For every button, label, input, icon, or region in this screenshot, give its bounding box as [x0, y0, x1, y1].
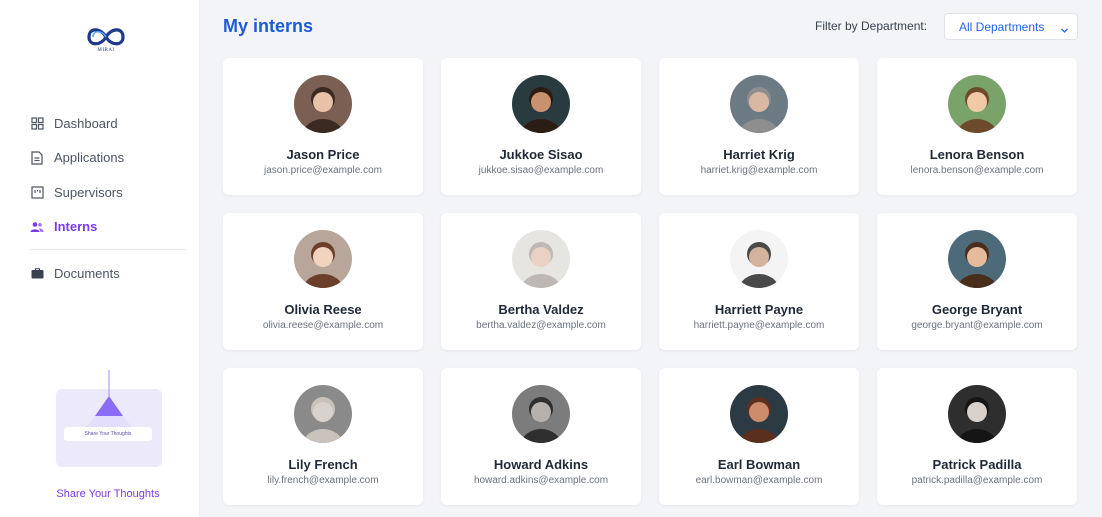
sidebar: MIRAI Dashboard Applications Supervisors… [0, 0, 200, 517]
board-icon [30, 185, 44, 199]
intern-name: Harriet Krig [723, 147, 795, 162]
promo-share-button[interactable]: Share Your Thoughts [64, 427, 152, 441]
avatar-photo [294, 385, 352, 443]
intern-name: Lily French [288, 457, 358, 472]
avatar-photo [948, 385, 1006, 443]
filter-selected-value: All Departments [959, 19, 1045, 34]
intern-email: lenora.benson@example.com [910, 165, 1044, 176]
share-thoughts-link[interactable]: Share Your Thoughts [40, 488, 176, 500]
intern-card[interactable]: Harriet Krig harriet.krig@example.com [659, 58, 859, 195]
intern-card[interactable]: Harriett Payne harriett.payne@example.co… [659, 213, 859, 350]
sidebar-secondary-nav: Documents [30, 256, 190, 291]
sidebar-divider [30, 249, 186, 250]
intern-name: Jason Price [286, 147, 360, 162]
intern-email: howard.adkins@example.com [473, 475, 609, 486]
sidebar-item-interns[interactable]: Interns [30, 210, 190, 245]
intern-email: harriett.payne@example.com [693, 320, 825, 331]
avatar [730, 75, 788, 133]
brand-logo[interactable]: MIRAI [84, 24, 128, 58]
avatar [294, 385, 352, 443]
sidebar-nav: Dashboard Applications Supervisors Inter… [30, 106, 190, 244]
avatar [948, 230, 1006, 288]
intern-card[interactable]: George Bryant george.bryant@example.com [877, 213, 1077, 350]
avatar [294, 75, 352, 133]
intern-name: Jukkoe Sisao [499, 147, 583, 162]
avatar [948, 385, 1006, 443]
sidebar-item-supervisors[interactable]: Supervisors [30, 175, 190, 210]
avatar-photo [948, 230, 1006, 288]
sidebar-item-label: Interns [54, 219, 98, 235]
logo-text: MIRAI [97, 48, 115, 53]
avatar [294, 230, 352, 288]
avatar-photo [512, 385, 570, 443]
intern-name: Bertha Valdez [498, 302, 584, 317]
intern-email: jukkoe.sisao@example.com [478, 165, 604, 176]
intern-name: Patrick Padilla [932, 457, 1022, 472]
filter-label: Filter by Department: [815, 19, 928, 33]
sidebar-item-dashboard[interactable]: Dashboard [30, 106, 190, 141]
users-icon [30, 220, 44, 234]
intern-name: George Bryant [931, 302, 1023, 317]
intern-card[interactable]: Lily French lily.french@example.com [223, 368, 423, 505]
intern-card[interactable]: Lenora Benson lenora.benson@example.com [877, 58, 1077, 195]
intern-email: patrick.padilla@example.com [911, 475, 1043, 486]
intern-name: Howard Adkins [493, 457, 589, 472]
page-title: My interns [223, 16, 314, 36]
avatar-photo [730, 230, 788, 288]
intern-email: lily.french@example.com [267, 475, 379, 486]
department-filter-select[interactable]: All Departments [944, 13, 1078, 40]
sidebar-item-documents[interactable]: Documents [30, 256, 190, 291]
chevron-down-icon [1060, 22, 1069, 40]
avatar [730, 230, 788, 288]
intern-card[interactable]: Patrick Padilla patrick.padilla@example.… [877, 368, 1077, 505]
intern-name: Lenora Benson [929, 147, 1025, 162]
document-icon [30, 151, 44, 165]
sidebar-item-label: Applications [54, 150, 125, 166]
intern-card[interactable]: Olivia Reese olivia.reese@example.com [223, 213, 423, 350]
avatar-photo [730, 75, 788, 133]
avatar [512, 230, 570, 288]
intern-card[interactable]: Bertha Valdez bertha.valdez@example.com [441, 213, 641, 350]
intern-card[interactable]: Jason Price jason.price@example.com [223, 58, 423, 195]
avatar [512, 385, 570, 443]
infinity-logo-icon [87, 28, 125, 46]
sidebar-item-label: Dashboard [54, 115, 118, 131]
intern-email: george.bryant@example.com [911, 320, 1043, 331]
intern-card[interactable]: Jukkoe Sisao jukkoe.sisao@example.com [441, 58, 641, 195]
avatar-photo [512, 75, 570, 133]
intern-email: earl.bowman@example.com [695, 475, 823, 486]
intern-email: olivia.reese@example.com [262, 320, 384, 331]
avatar-photo [730, 385, 788, 443]
sidebar-item-label: Documents [54, 265, 120, 281]
feedback-promo: Share Your Thoughts [55, 370, 162, 467]
intern-card[interactable]: Earl Bowman earl.bowman@example.com [659, 368, 859, 505]
avatar-photo [948, 75, 1006, 133]
intern-name: Harriett Payne [714, 302, 804, 317]
avatar-photo [294, 230, 352, 288]
grid-icon [30, 116, 44, 130]
intern-email: jason.price@example.com [264, 165, 382, 176]
sidebar-item-applications[interactable]: Applications [30, 141, 190, 176]
intern-card[interactable]: Howard Adkins howard.adkins@example.com [441, 368, 641, 505]
intern-name: Olivia Reese [284, 302, 362, 317]
intern-name: Earl Bowman [717, 457, 801, 472]
avatar-photo [512, 230, 570, 288]
avatar [730, 385, 788, 443]
briefcase-icon [30, 266, 44, 280]
intern-email: harriet.krig@example.com [700, 165, 818, 176]
avatar [512, 75, 570, 133]
avatar-photo [294, 75, 352, 133]
intern-email: bertha.valdez@example.com [476, 320, 606, 331]
sidebar-item-label: Supervisors [54, 184, 123, 200]
avatar [948, 75, 1006, 133]
